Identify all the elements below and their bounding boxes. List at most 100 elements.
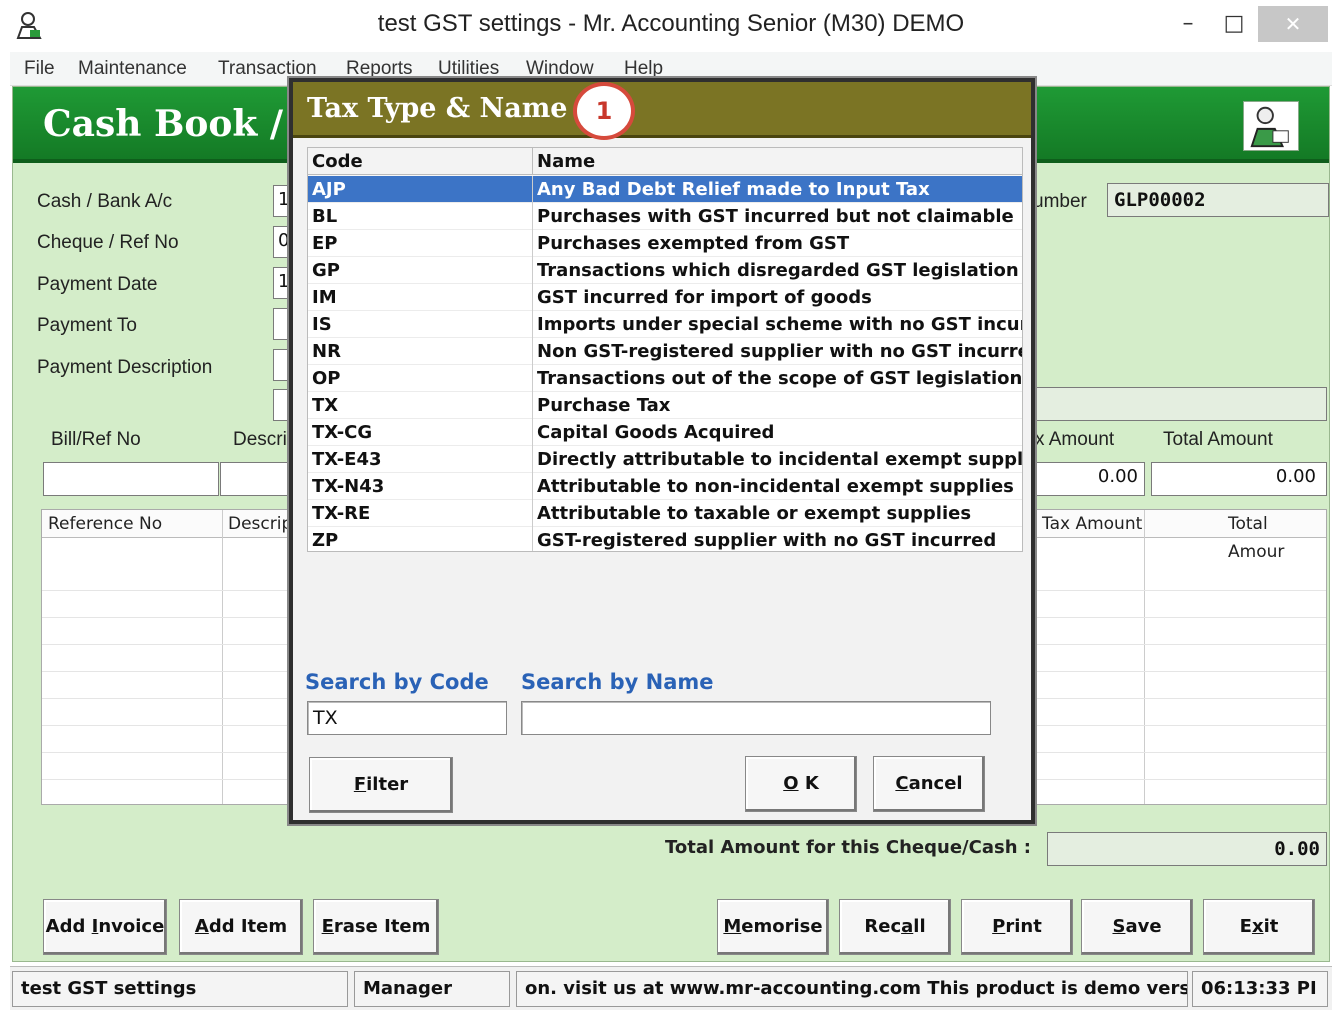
payment-date-label: Payment Date [37, 274, 158, 295]
ok-button[interactable]: O K [745, 756, 857, 812]
list-col-code: Code [308, 148, 532, 175]
status-bar: test GST settings Manager on. visit us a… [10, 966, 1332, 1010]
minimize-button[interactable]: – [1166, 6, 1210, 42]
total-cheque-label: Total Amount for this Cheque/Cash : [665, 837, 1031, 858]
dialog-title-bar: Tax Type & Name 1 [293, 82, 1031, 140]
bill-ref-input[interactable] [43, 462, 219, 496]
add-item-button[interactable]: Add Item [179, 899, 303, 955]
list-item-name: Purchase Tax [532, 392, 1022, 419]
list-item[interactable]: TX-CG Capital Goods Acquired [308, 419, 1022, 446]
number-field[interactable]: GLP00002 [1107, 183, 1329, 217]
close-button[interactable]: ✕ [1258, 6, 1328, 42]
total-amount-header: Total Amount [1163, 429, 1273, 450]
list-item-code: GP [312, 260, 340, 281]
list-item[interactable]: TX-RE Attributable to taxable or exempt s… [308, 500, 1022, 527]
list-item[interactable]: EP Purchases exempted from GST [308, 230, 1022, 257]
tax-amount-header: x Amount [1035, 429, 1115, 450]
payment-desc-label: Payment Description [37, 357, 213, 378]
list-item[interactable]: NR Non GST-registered supplier with no GS… [308, 338, 1022, 365]
menu-utilities[interactable]: Utilities [438, 58, 499, 80]
list-item-name: Imports under special scheme with no GST… [532, 311, 1022, 338]
tax-type-list[interactable]: Code Name AJP Any Bad Debt Relief made to… [307, 147, 1023, 552]
extra-field[interactable] [1035, 387, 1327, 421]
list-item-code: AJP [312, 179, 346, 200]
list-item-name: Attributable to non-incidental exempt su… [532, 473, 1022, 500]
list-item[interactable]: IS Imports under special scheme with no G… [308, 311, 1022, 338]
search-code-label: Search by Code [305, 670, 489, 694]
description-input[interactable] [220, 462, 294, 496]
list-item-code: ZP [312, 530, 339, 551]
list-item-name: GST incurred for import of goods [532, 284, 1022, 311]
step-badge: 1 [573, 82, 635, 140]
list-item-name: GST-registered supplier with no GST incu… [532, 527, 1022, 551]
menu-reports[interactable]: Reports [346, 58, 413, 80]
bill-ref-header: Bill/Ref No [51, 429, 141, 450]
exit-button[interactable]: Exit [1203, 899, 1315, 955]
list-item-name: Directly attributable to incidental exem… [532, 446, 1022, 473]
list-item-code: TX-RE [312, 503, 371, 524]
grid-col-total-amount: Total Amour [1228, 514, 1285, 562]
list-item[interactable]: ZP GST-registered supplier with no GST in… [308, 527, 1022, 551]
list-item[interactable]: IM GST incurred for import of goods [308, 284, 1022, 311]
grid-col-reference: Reference No [48, 514, 163, 534]
total-cheque-value: 0.00 [1047, 832, 1327, 866]
dialog-title: Tax Type & Name [307, 93, 568, 124]
list-item[interactable]: AJP Any Bad Debt Relief made to Input Tax [308, 176, 1022, 203]
list-item-name: Any Bad Debt Relief made to Input Tax [532, 176, 1022, 203]
accountant-icon [1243, 101, 1299, 151]
menu-file[interactable]: File [24, 58, 55, 80]
menu-window[interactable]: Window [526, 58, 594, 80]
number-label: umber [1033, 191, 1087, 212]
list-item[interactable]: BL Purchases with GST incurred but not cl… [308, 203, 1022, 230]
list-item-code: NR [312, 341, 341, 362]
list-item-name: Transactions which disregarded GST legis… [532, 257, 1022, 284]
list-item-code: TX [312, 395, 339, 416]
print-button[interactable]: Print [961, 899, 1073, 955]
list-item-code: OP [312, 368, 341, 389]
add-invoice-button[interactable]: Add Invoice [43, 899, 167, 955]
search-code-input[interactable]: TX [307, 701, 507, 735]
list-item-code: IS [312, 314, 332, 335]
menu-transaction[interactable]: Transaction [218, 58, 317, 80]
grid-col-description: Descrip [228, 514, 293, 534]
list-item-code: EP [312, 233, 338, 254]
list-item-code: TX-N43 [312, 476, 385, 497]
list-item-code: TX-E43 [312, 449, 382, 470]
tax-type-dialog: Tax Type & Name 1 Code Name AJP Any Bad D… [289, 78, 1035, 824]
memorise-button[interactable]: Memorise [717, 899, 829, 955]
save-button[interactable]: Save [1081, 899, 1193, 955]
status-message: on. visit us at www.mr-accounting.com Th… [516, 971, 1188, 1007]
maximize-button[interactable]: □ [1212, 6, 1256, 42]
list-item-name: Purchases exempted from GST [532, 230, 1022, 257]
status-time: 06:13:33 PI [1192, 971, 1328, 1007]
menu-maintenance[interactable]: Maintenance [78, 58, 187, 80]
tax-amount-input[interactable]: 0.00 [1035, 462, 1145, 496]
total-amount-input[interactable]: 0.00 [1151, 462, 1327, 496]
recall-button[interactable]: Recall [839, 899, 951, 955]
list-item[interactable]: TX-N43 Attributable to non-incidental exe… [308, 473, 1022, 500]
list-item-name: Attributable to taxable or exempt suppli… [532, 500, 1022, 527]
search-name-label: Search by Name [521, 670, 714, 694]
grid-col-tax-amount: Tax Amount [1042, 514, 1143, 534]
list-item[interactable]: OP Transactions out of the scope of GST l… [308, 365, 1022, 392]
list-item-name: Purchases with GST incurred but not clai… [532, 203, 1022, 230]
title-bar: test GST settings - Mr. Accounting Senio… [0, 0, 1342, 52]
menu-help[interactable]: Help [624, 58, 663, 80]
erase-item-button[interactable]: Erase Item [313, 899, 439, 955]
window-title: test GST settings - Mr. Accounting Senio… [377, 10, 965, 37]
cash-bank-label: Cash / Bank A/c [37, 191, 173, 212]
form-title: Cash Book / B [43, 103, 326, 145]
payment-to-label: Payment To [37, 315, 137, 336]
status-company: test GST settings [12, 971, 348, 1007]
filter-button[interactable]: Filter [309, 757, 453, 813]
list-item[interactable]: TX Purchase Tax [308, 392, 1022, 419]
cancel-button[interactable]: Cancel [873, 756, 985, 812]
list-item-name: Non GST-registered supplier with no GST … [532, 338, 1022, 365]
list-item[interactable]: TX-E43 Directly attributable to incidenta… [308, 446, 1022, 473]
list-item[interactable]: GP Transactions which disregarded GST leg… [308, 257, 1022, 284]
list-item-name: Capital Goods Acquired [532, 419, 1022, 446]
cheque-ref-label: Cheque / Ref No [37, 232, 179, 253]
search-name-input[interactable] [521, 701, 991, 735]
list-col-name: Name [532, 148, 1022, 175]
list-item-code: TX-CG [312, 422, 373, 443]
